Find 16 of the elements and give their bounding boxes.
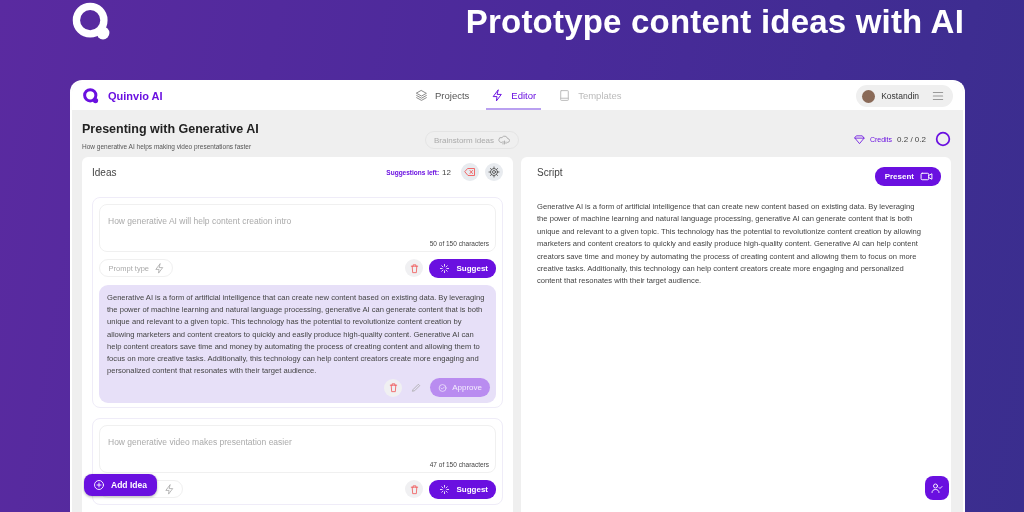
user-menu[interactable]: Kostandin — [856, 85, 953, 107]
app-name: Quinvio AI — [108, 90, 163, 102]
panel-title: Script — [537, 166, 563, 178]
nav-tab[interactable]: Projects — [410, 82, 475, 110]
suggestions-count: 12 — [442, 167, 451, 177]
idea-text: How generative AI will help content creation intro — [108, 216, 292, 226]
credits-value: 0.2 / 0.2 — [897, 134, 926, 144]
nav-tab[interactable]: Editor — [486, 82, 542, 110]
present-button[interactable]: Present — [874, 166, 941, 186]
panel-title: Ideas — [92, 166, 117, 178]
suggest-button[interactable]: Suggest — [429, 258, 496, 278]
suggest-button[interactable]: Suggest — [429, 479, 496, 499]
idea-text: How generative video makes presentation easier — [108, 437, 292, 448]
project-title: Presenting with Generative AI — [82, 122, 260, 136]
headline: Prototype content ideas with AI — [465, 3, 964, 41]
add-idea-button[interactable]: Add Idea — [84, 474, 157, 496]
